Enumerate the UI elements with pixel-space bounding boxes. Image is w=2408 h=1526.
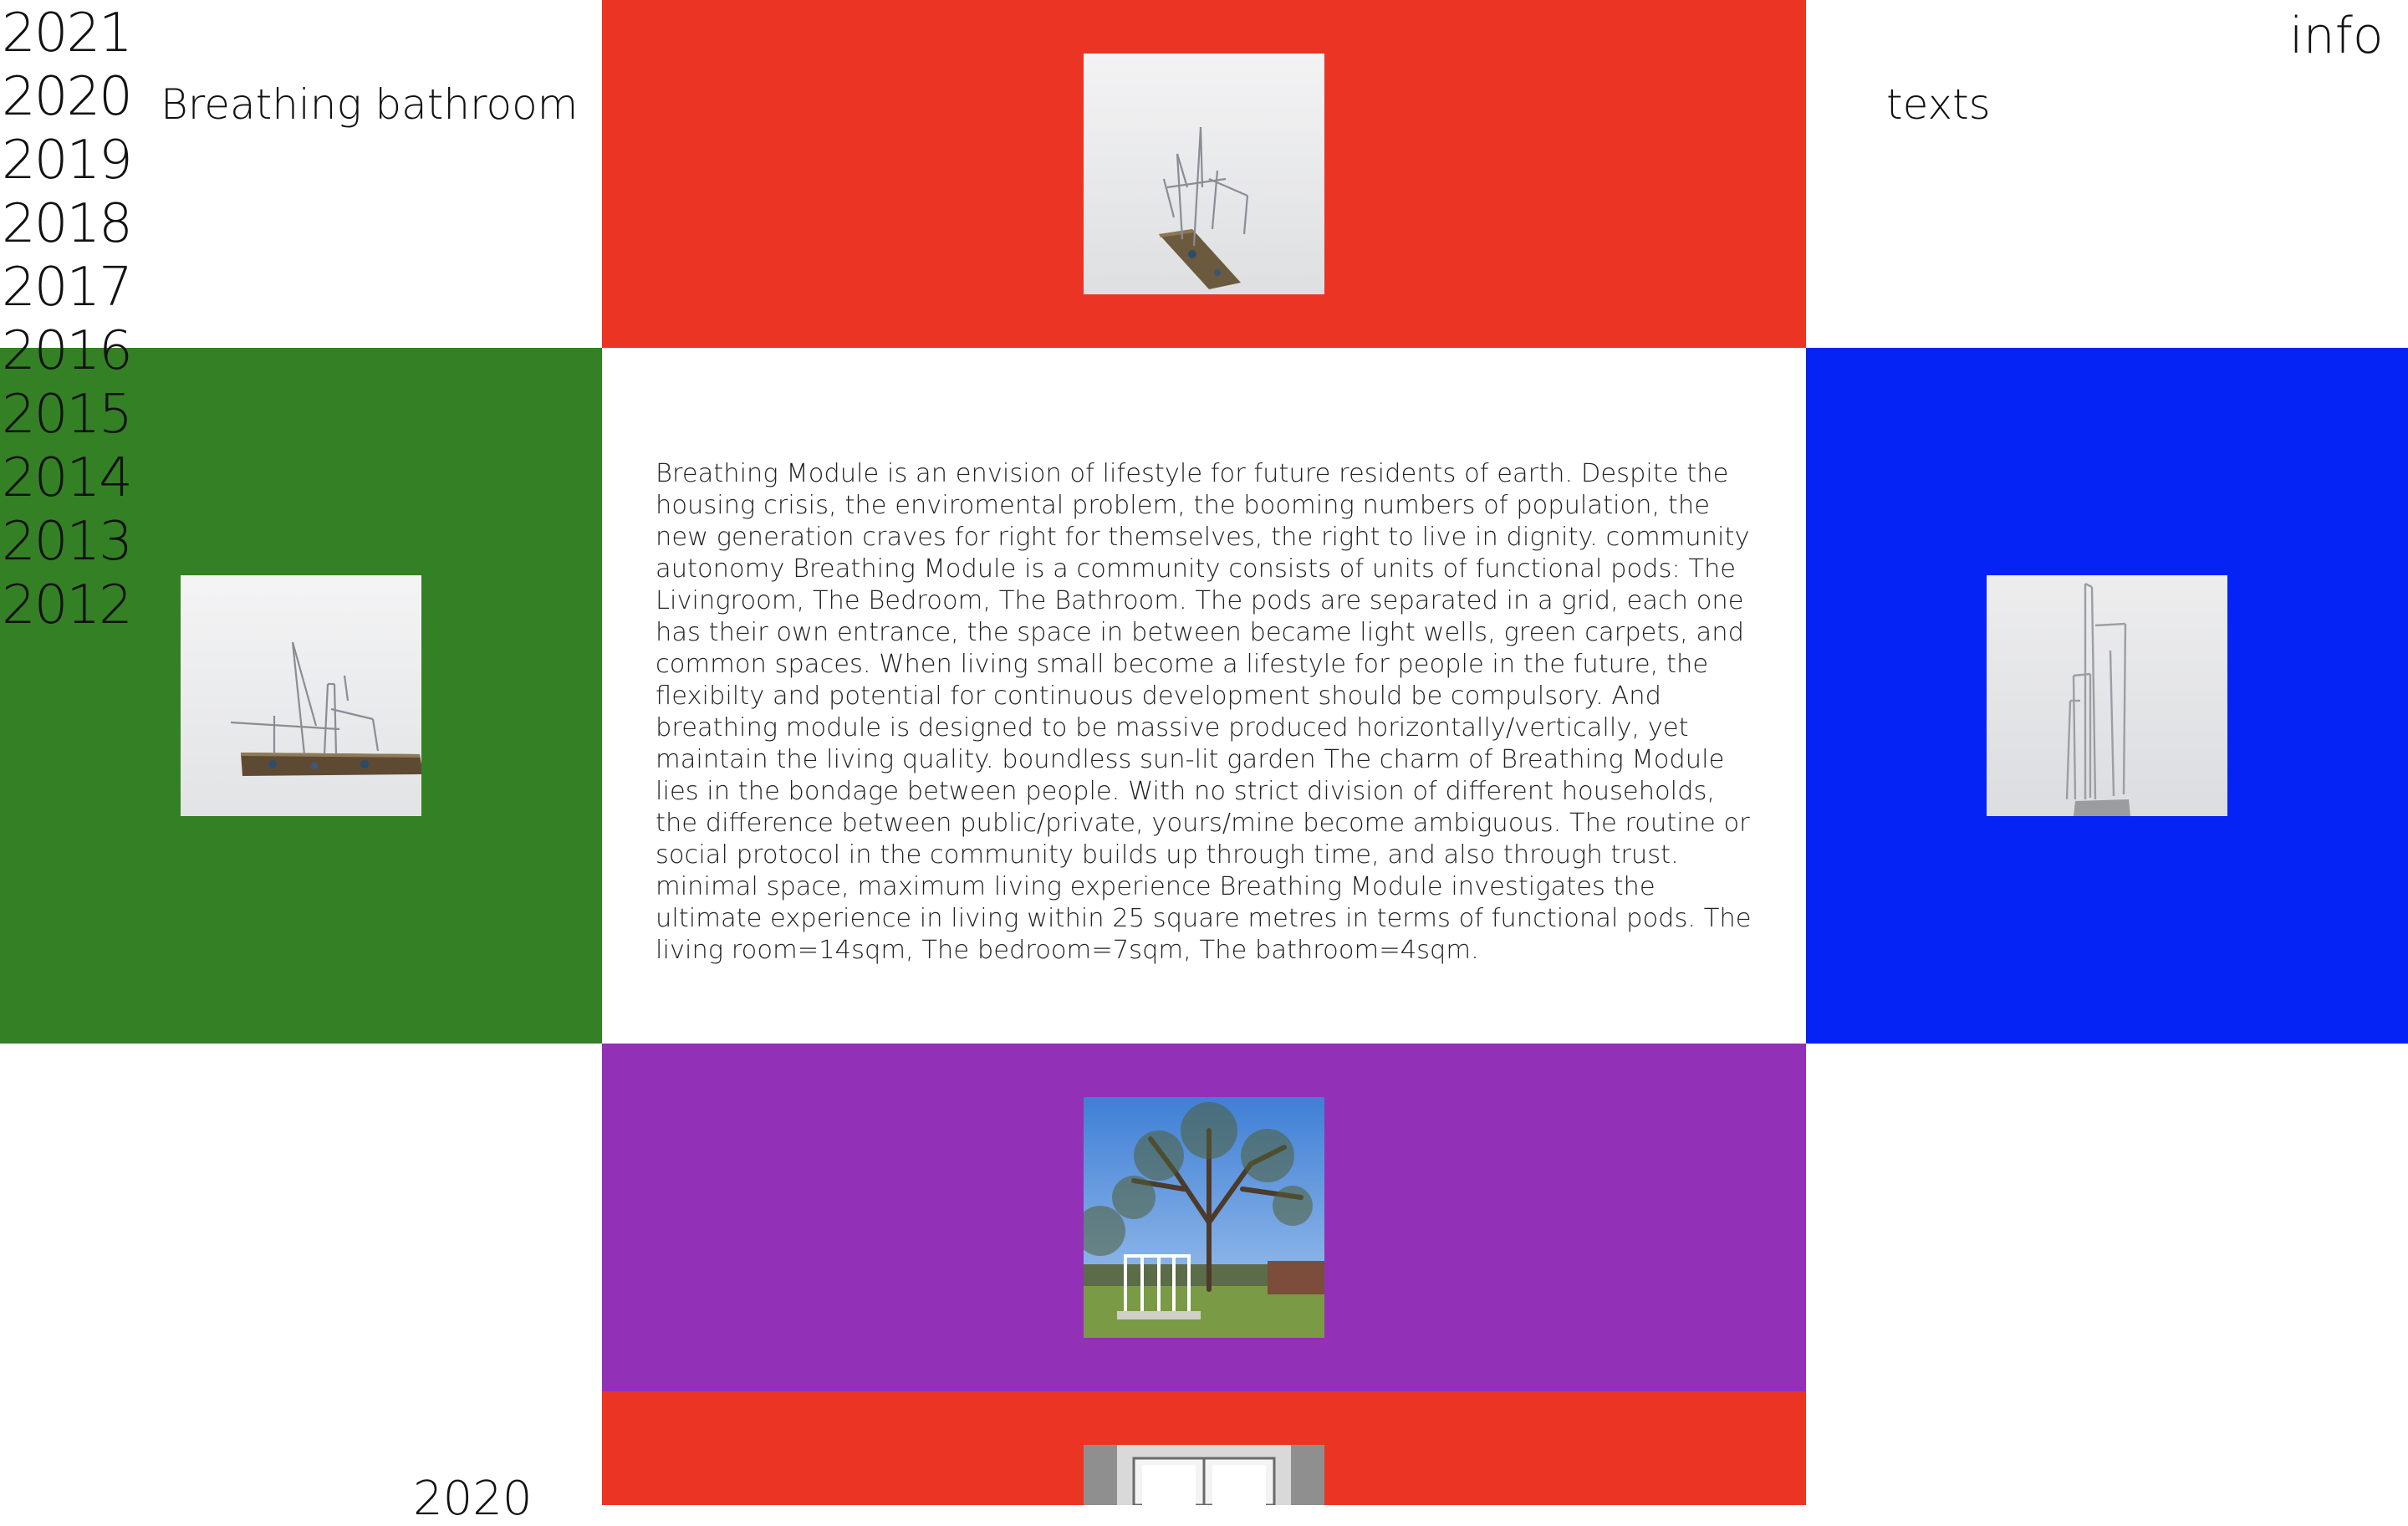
model-photo-right[interactable]	[1987, 575, 2227, 816]
texts-link[interactable]: texts	[1886, 80, 1991, 129]
footer-year: 2020	[413, 1472, 533, 1526]
year-navigation: 2021 2020 2019 2018 2017 2016 2015 2014 …	[2, 2, 133, 637]
year-link-2016[interactable]: 2016	[2, 319, 133, 383]
year-link-2020[interactable]: 2020	[2, 65, 133, 129]
garden-photo-image	[1084, 1097, 1324, 1338]
project-description: Breathing Module is an envision of lifes…	[656, 459, 1752, 965]
year-link-2013[interactable]: 2013	[2, 510, 133, 574]
model-photo-top-image	[1084, 54, 1324, 294]
model-photo-top[interactable]	[1084, 54, 1324, 294]
info-link[interactable]: info	[2289, 7, 2384, 65]
model-photo-left[interactable]	[181, 575, 421, 816]
year-link-2021[interactable]: 2021	[2, 2, 133, 65]
year-link-2018[interactable]: 2018	[2, 192, 133, 256]
project-title-link[interactable]: Breathing bathroom	[161, 80, 578, 129]
window-photo[interactable]	[1084, 1445, 1324, 1505]
year-link-2019[interactable]: 2019	[2, 129, 133, 192]
year-link-2015[interactable]: 2015	[2, 383, 133, 447]
year-link-2017[interactable]: 2017	[2, 256, 133, 319]
year-link-2014[interactable]: 2014	[2, 447, 133, 510]
year-link-2012[interactable]: 2012	[2, 574, 133, 637]
model-photo-left-image	[181, 575, 421, 816]
window-photo-image	[1084, 1445, 1324, 1505]
model-photo-right-image	[1987, 575, 2227, 816]
garden-photo[interactable]	[1084, 1097, 1324, 1338]
